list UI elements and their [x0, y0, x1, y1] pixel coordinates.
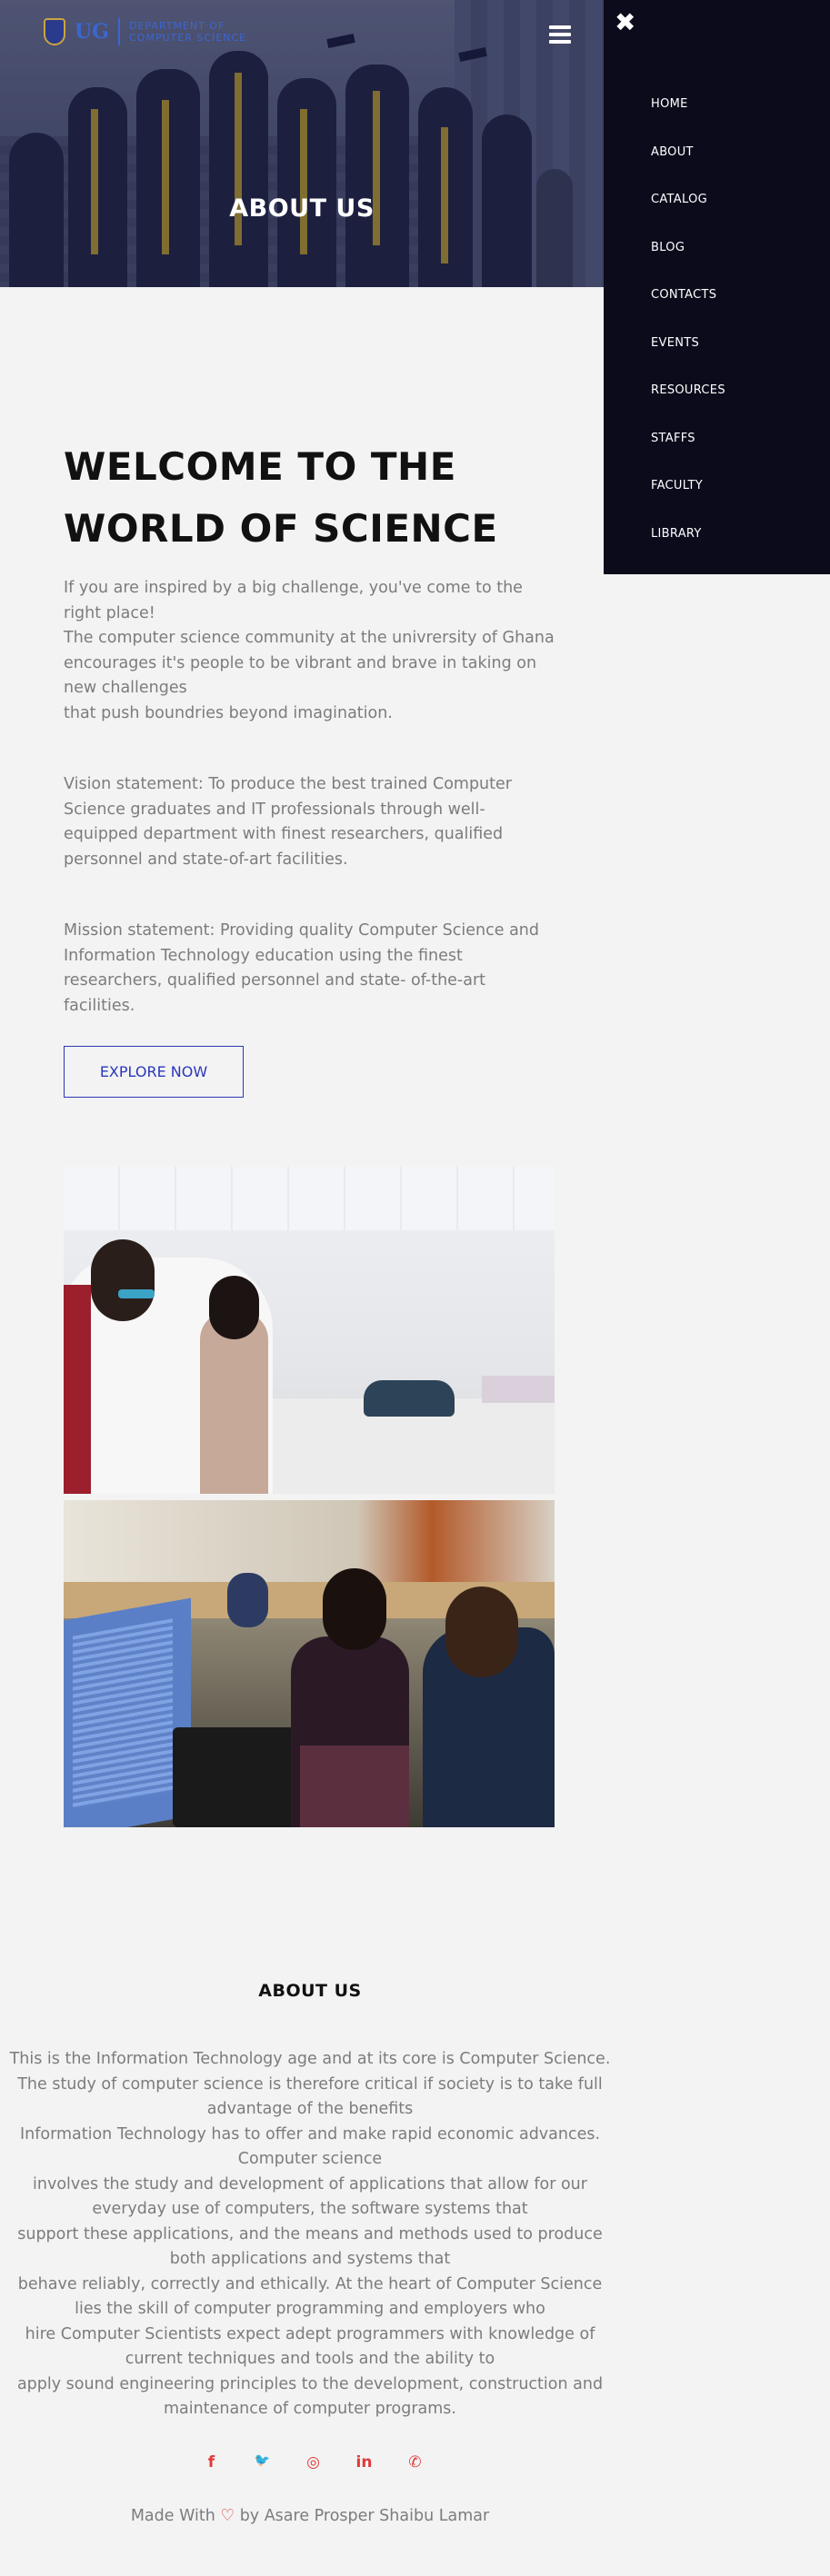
welcome-title-line-2: WORLD OF SCIENCE: [64, 506, 498, 551]
menu-item-catalog[interactable]: CATALOG: [651, 193, 725, 241]
photo-patterned-skirt: [300, 1746, 409, 1827]
photo-head: [209, 1276, 259, 1339]
heart-icon: ♡: [220, 2507, 235, 2525]
facebook-icon[interactable]: f: [201, 2453, 222, 2472]
menu-item-contacts[interactable]: CONTACTS: [651, 288, 725, 336]
site-logo[interactable]: UG DEPARTMENT OF COMPUTER SCIENCE: [44, 18, 246, 45]
photo-head: [323, 1568, 386, 1650]
about-paragraph: This is the Information Technology age a…: [5, 2047, 615, 2422]
hamburger-bar: [549, 33, 571, 36]
side-menu: ✖ HOME ABOUT CATALOG BLOG CONTACTS EVENT…: [604, 0, 830, 574]
welcome-title-line-1: WELCOME TO THE: [64, 444, 456, 489]
intro-line-1: If you are inspired by a big challenge, …: [64, 579, 523, 622]
menu-item-faculty[interactable]: FACULTY: [651, 479, 725, 527]
photo-bag: [364, 1380, 455, 1417]
hamburger-bar: [549, 40, 571, 44]
welcome-heading: WELCOME TO THE WORLD OF SCIENCE: [64, 436, 555, 560]
social-links: f 🐦 ◎ in ✆: [201, 2453, 425, 2472]
about-line-4: involves the study and development of ap…: [33, 2174, 587, 2219]
instagram-icon[interactable]: ◎: [303, 2453, 324, 2472]
hamburger-menu-icon[interactable]: [549, 25, 571, 44]
department-line-2: COMPUTER SCIENCE: [128, 32, 247, 44]
students-photo: [64, 1167, 555, 1494]
intro-line-2: The computer science community at the un…: [64, 629, 555, 697]
photo-code-screen: [73, 1618, 173, 1809]
made-with-text: Made With: [130, 2507, 215, 2525]
menu-item-resources[interactable]: RESOURCES: [651, 383, 725, 432]
department-name: DEPARTMENT OF COMPUTER SCIENCE: [129, 20, 246, 44]
photo-red-scarf: [64, 1285, 91, 1494]
vision-statement: Vision statement: To produce the best tr…: [64, 775, 512, 869]
photo-person-center: [200, 1312, 268, 1494]
mission-statement: Mission statement: Providing quality Com…: [64, 921, 540, 1015]
page-title: ABOUT US: [229, 194, 375, 223]
author-text: by Asare Prosper Shaibu Lamar: [239, 2507, 490, 2525]
about-line-2: The study of computer science is therefo…: [17, 2074, 603, 2119]
photo-glasses: [118, 1289, 155, 1298]
linkedin-icon[interactable]: in: [354, 2453, 375, 2472]
close-icon[interactable]: ✖: [615, 9, 635, 36]
menu-list: HOME ABOUT CATALOG BLOG CONTACTS EVENTS …: [651, 97, 725, 574]
menu-item-about[interactable]: ABOUT: [651, 145, 725, 194]
photo-head: [445, 1586, 518, 1677]
photo-background-person: [227, 1573, 268, 1627]
about-heading: ABOUT US: [258, 1981, 362, 2001]
hero-banner: UG DEPARTMENT OF COMPUTER SCIENCE ABOUT …: [0, 0, 604, 287]
intro-line-3: that push boundries beyond imagination.: [64, 703, 393, 722]
photo-wall: [64, 1167, 555, 1230]
welcome-title: WELCOME TO THE WORLD OF SCIENCE: [64, 436, 555, 560]
menu-item-library[interactable]: LIBRARY: [651, 527, 725, 575]
photo-head: [91, 1239, 155, 1321]
twitter-icon[interactable]: 🐦: [252, 2453, 273, 2472]
about-line-6: behave reliably, correctly and ethically…: [17, 2274, 603, 2319]
menu-item-staffs[interactable]: STAFFS: [651, 432, 725, 480]
about-line-3: Information Technology has to offer and …: [19, 2124, 601, 2169]
about-line-7: hire Computer Scientists expect adept pr…: [25, 2324, 595, 2369]
menu-item-home[interactable]: HOME: [651, 97, 725, 145]
department-line-1: DEPARTMENT OF: [128, 20, 225, 32]
hamburger-bar: [549, 25, 571, 29]
about-line-5: support these applications, and the mean…: [17, 2224, 603, 2269]
photo-paper: [482, 1376, 555, 1403]
menu-item-events[interactable]: EVENTS: [651, 336, 725, 384]
about-line-8: apply sound engineering principles to th…: [16, 2374, 604, 2419]
crest-icon: [44, 18, 65, 45]
about-line-1: This is the Information Technology age a…: [9, 2050, 611, 2068]
explore-now-button[interactable]: EXPLORE NOW: [64, 1046, 244, 1098]
menu-item-blog[interactable]: BLOG: [651, 241, 725, 289]
footer-credit: Made With ♡ by Asare Prosper Shaibu Lama…: [0, 2507, 620, 2525]
computer-lab-photo: [64, 1500, 555, 1827]
logo-divider: [117, 18, 120, 45]
logo-text: UG: [75, 20, 109, 44]
intro-paragraph: If you are inspired by a big challenge, …: [64, 576, 559, 726]
whatsapp-icon[interactable]: ✆: [405, 2453, 425, 2472]
